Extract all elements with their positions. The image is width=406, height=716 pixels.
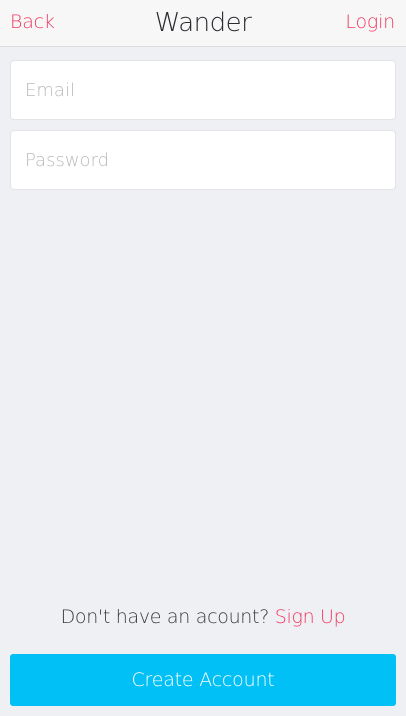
create-account-button[interactable]: Create Account (10, 654, 396, 706)
password-field[interactable] (11, 131, 395, 189)
login-button[interactable]: Login (345, 11, 395, 33)
email-field-container (10, 60, 396, 120)
sign-up-link[interactable]: Sign Up (275, 606, 346, 628)
navigation-bar: Back Wander Login (0, 0, 406, 47)
password-field-container (10, 130, 396, 190)
email-field[interactable] (11, 61, 395, 119)
signup-prompt-row: Don't have an acount? Sign Up (0, 606, 406, 628)
signup-prompt-text: Don't have an acount? (60, 606, 275, 628)
